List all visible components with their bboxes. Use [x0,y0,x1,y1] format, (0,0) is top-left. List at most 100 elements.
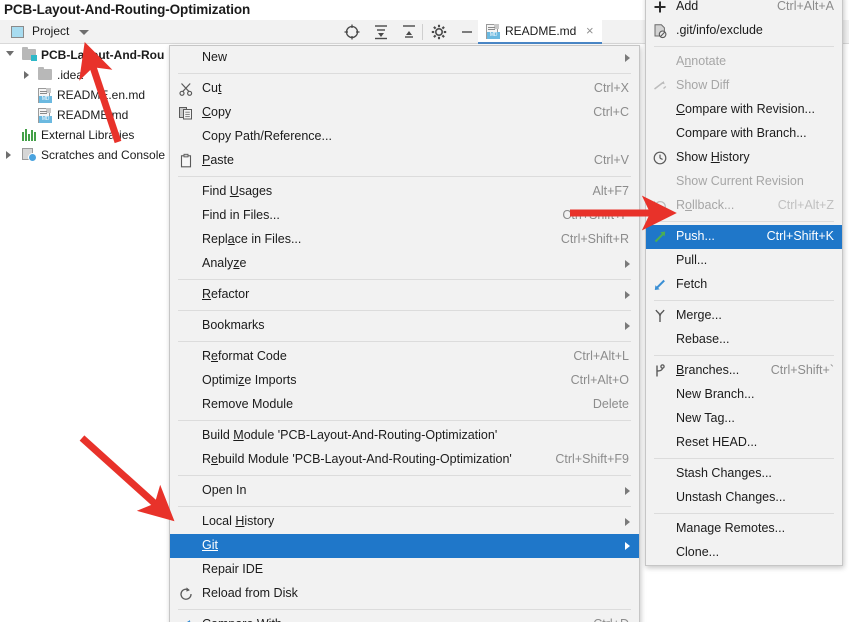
menu-item-accel: Ctrl+Shift+R [560,232,629,246]
menu-separator [654,46,834,47]
markdown-file-icon: MD [38,88,53,103]
menu-item-accel: Ctrl+Shift+` [770,363,834,377]
menu-separator [178,475,631,476]
git-menu-item-manage-remotes[interactable]: Manage Remotes... [646,517,842,541]
menu-item-label: Fetch [676,277,708,291]
expand-all-icon[interactable] [372,23,390,41]
menu-item-label: Find Usages [202,184,273,198]
scratches-icon [22,148,37,162]
menu-item-label: Show History [676,150,750,164]
tree-item-label: .idea [57,68,84,82]
menu-item-label: Remove Module [202,397,294,411]
menu-item-new[interactable]: New [170,46,639,70]
git-menu-item-exclude[interactable]: .git/info/exclude [646,19,842,43]
menu-item-label: Rebase... [676,332,730,346]
collapse-all-icon[interactable] [400,23,418,41]
git-menu-item-new-branch[interactable]: New Branch... [646,383,842,407]
menu-item-cut[interactable]: Cut Ctrl+X [170,77,639,101]
menu-item-label: Manage Remotes... [676,521,786,535]
git-menu-item-add[interactable]: Add Ctrl+Alt+A [646,0,842,19]
git-menu-item-pull[interactable]: Pull... [646,249,842,273]
menu-item-local-history[interactable]: Local History [170,510,639,534]
window-title: PCB-Layout-And-Routing-Optimization [4,2,251,17]
tree-item-readme-en[interactable]: MD README.en.md [0,85,180,105]
menu-item-label: Find in Files... [202,208,280,222]
menu-item-copy-path[interactable]: Copy Path/Reference... [170,125,639,149]
git-menu-item-branches[interactable]: Branches... Ctrl+Shift+` [646,359,842,383]
toolbar-divider [422,24,423,40]
menu-item-reload-from-disk[interactable]: Reload from Disk [170,582,639,606]
tree-item-scratches[interactable]: Scratches and Console [0,145,180,165]
git-menu-item-compare-with-branch[interactable]: Compare with Branch... [646,122,842,146]
git-menu-item-new-tag[interactable]: New Tag... [646,407,842,431]
menu-item-label: Show Current Revision [676,174,804,188]
menu-item-open-in[interactable]: Open In [170,479,639,503]
git-menu-item-compare-with-revision[interactable]: Compare with Revision... [646,98,842,122]
menu-item-repair-ide[interactable]: Repair IDE [170,558,639,582]
tree-item-readme[interactable]: MD README.md [0,105,180,125]
chevron-down-icon[interactable] [79,30,89,35]
menu-item-refactor[interactable]: Refactor [170,283,639,307]
menu-item-replace-in-files[interactable]: Replace in Files... Ctrl+Shift+R [170,228,639,252]
menu-item-remove-module[interactable]: Remove Module Delete [170,393,639,417]
chevron-right-icon[interactable] [24,71,29,79]
git-menu-item-clone[interactable]: Clone... [646,541,842,565]
chevron-down-icon[interactable] [6,51,14,56]
minimize-icon[interactable] [458,23,476,41]
chevron-right-icon [625,260,630,268]
git-menu-item-merge[interactable]: Merge... [646,304,842,328]
menu-separator [654,458,834,459]
git-menu-item-rebase[interactable]: Rebase... [646,328,842,352]
menu-item-label: Reformat Code [202,349,287,363]
compare-icon [178,617,194,622]
tree-item-module-root[interactable]: PCB-Layout-And-Rou [0,45,180,65]
git-menu-item-fetch[interactable]: Fetch [646,273,842,297]
menu-item-bookmarks[interactable]: Bookmarks [170,314,639,338]
fetch-icon [652,277,668,293]
git-menu-item-unstash-changes[interactable]: Unstash Changes... [646,486,842,510]
menu-item-build-module[interactable]: Build Module 'PCB-Layout-And-Routing-Opt… [170,424,639,448]
menu-separator [654,513,834,514]
menu-item-label: Annotate [676,54,727,68]
menu-item-label: Bookmarks [202,318,265,332]
tree-item-idea[interactable]: .idea [0,65,180,85]
folder-icon [38,66,52,80]
menu-item-accel: Delete [592,397,629,411]
editor-tab-label: README.md [505,24,577,38]
tree-item-external-libraries[interactable]: External Libraries [0,125,180,145]
menu-item-compare-with[interactable]: Compare With... Ctrl+D [170,613,639,622]
menu-item-label: Build Module 'PCB-Layout-And-Routing-Opt… [202,428,498,442]
git-menu-item-show-history[interactable]: Show History [646,146,842,170]
scissors-icon [178,81,194,97]
tree-item-label: README.en.md [57,88,146,102]
gear-icon[interactable] [430,23,448,41]
locate-icon[interactable] [343,23,361,41]
menu-item-label: Refactor [202,287,250,301]
menu-item-copy[interactable]: Copy Ctrl+C [170,101,639,125]
menu-item-label: Compare With... [202,617,292,622]
merge-icon [652,308,668,324]
menu-item-git[interactable]: Git [170,534,639,558]
project-tree: PCB-Layout-And-Rou .idea MD README.en.md… [0,45,180,165]
diff-icon [652,78,668,94]
markdown-file-icon: MD [38,108,53,123]
menu-item-find-usages[interactable]: Find Usages Alt+F7 [170,180,639,204]
git-menu-item-reset-head[interactable]: Reset HEAD... [646,431,842,455]
menu-item-analyze[interactable]: Analyze [170,252,639,276]
menu-item-paste[interactable]: Paste Ctrl+V [170,149,639,173]
chevron-right-icon [625,291,630,299]
copy-icon [178,105,194,121]
git-menu-item-stash-changes[interactable]: Stash Changes... [646,462,842,486]
git-submenu: Add Ctrl+Alt+A .git/info/exclude Annotat… [645,0,843,566]
menu-item-find-in-files[interactable]: Find in Files... Ctrl+Shift+F [170,204,639,228]
menu-item-reformat-code[interactable]: Reformat Code Ctrl+Alt+L [170,345,639,369]
rollback-icon [652,198,668,214]
chevron-right-icon [625,487,630,495]
close-icon[interactable]: × [586,24,594,38]
chevron-right-icon[interactable] [6,151,11,159]
clock-icon [652,150,668,166]
git-menu-item-push[interactable]: Push... Ctrl+Shift+K [646,225,842,249]
menu-item-rebuild-module[interactable]: Rebuild Module 'PCB-Layout-And-Routing-O… [170,448,639,472]
reload-icon [178,586,194,602]
menu-item-optimize-imports[interactable]: Optimize Imports Ctrl+Alt+O [170,369,639,393]
